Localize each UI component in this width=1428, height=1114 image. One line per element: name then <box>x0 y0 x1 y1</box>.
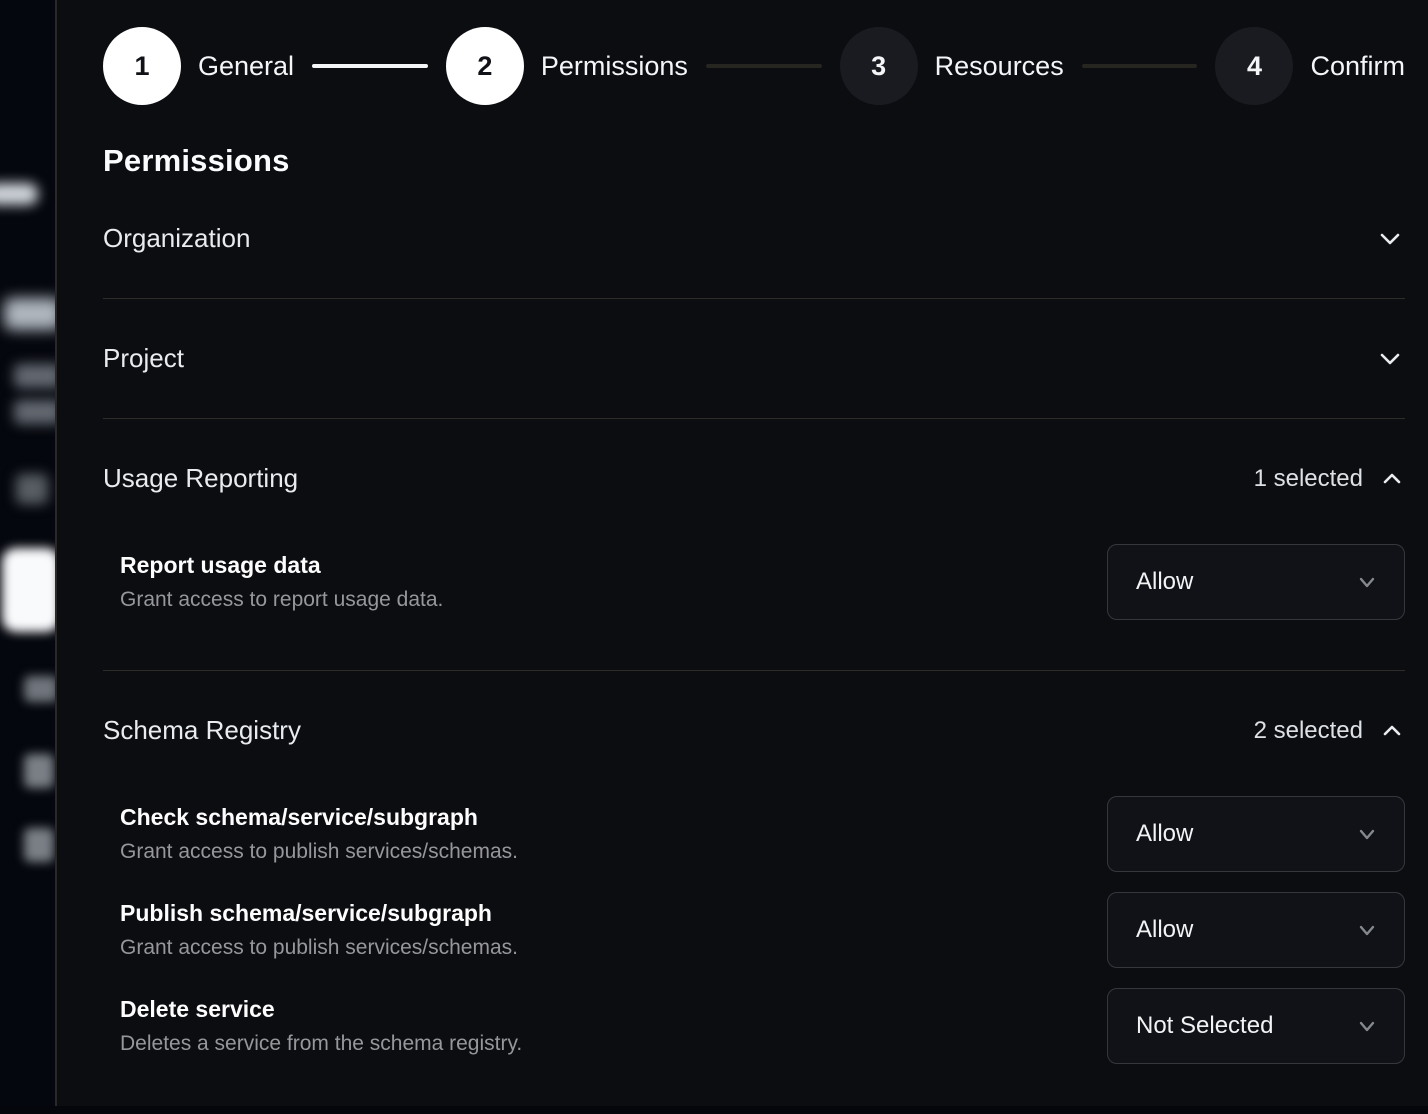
permission-description: Grant access to publish services/schemas… <box>120 840 518 864</box>
chevron-down-icon <box>1354 569 1380 595</box>
permission-title: Report usage data <box>120 552 443 579</box>
step-1-label: General <box>198 51 294 82</box>
section-organization: Organization <box>103 179 1405 299</box>
section-title: Organization <box>103 223 250 254</box>
permission-description: Grant access to publish services/schemas… <box>120 936 518 960</box>
section-title: Schema Registry <box>103 715 301 746</box>
step-3-circle[interactable]: 3 <box>840 27 918 105</box>
permission-text: Check schema/service/subgraph Grant acce… <box>120 804 518 864</box>
step-1-number: 1 <box>134 51 149 82</box>
selected-count-badge: 2 selected <box>1254 717 1363 745</box>
select-value: Allow <box>1136 916 1193 944</box>
backdrop-blur-blob <box>4 298 55 330</box>
permission-row-report-usage-data: Report usage data Grant access to report… <box>103 544 1405 620</box>
step-connector-active <box>312 64 428 68</box>
section-organization-header[interactable]: Organization <box>103 223 1405 254</box>
step-connector-inactive <box>706 64 822 68</box>
step-connector-inactive <box>1082 64 1198 68</box>
permission-row-delete-service: Delete service Deletes a service from th… <box>103 988 1405 1064</box>
chevron-down-icon <box>1354 917 1380 943</box>
selected-count-badge: 1 selected <box>1254 465 1363 493</box>
permission-select-publish-schema[interactable]: Allow <box>1107 892 1405 968</box>
permission-text: Publish schema/service/subgraph Grant ac… <box>120 900 518 960</box>
step-2-number: 2 <box>477 51 492 82</box>
backdrop-blur-blob <box>14 400 55 424</box>
chevron-down-icon <box>1354 1013 1380 1039</box>
chevron-up-icon <box>1379 466 1405 492</box>
permission-description: Grant access to report usage data. <box>120 588 443 612</box>
chevron-down-icon <box>1375 224 1405 254</box>
step-4-number: 4 <box>1247 51 1262 82</box>
backdrop-blur-blob <box>16 474 48 504</box>
permission-title: Check schema/service/subgraph <box>120 804 518 831</box>
chevron-down-icon <box>1354 821 1380 847</box>
permission-title: Publish schema/service/subgraph <box>120 900 518 927</box>
permission-row-publish-schema: Publish schema/service/subgraph Grant ac… <box>103 892 1405 968</box>
background-page-blur <box>0 0 55 1106</box>
create-token-wizard-modal: 1 General 2 Permissions 3 Resources 4 Co… <box>55 0 1428 1106</box>
permission-row-check-schema: Check schema/service/subgraph Grant acce… <box>103 796 1405 872</box>
section-meta: 2 selected <box>1254 717 1405 745</box>
permission-description: Deletes a service from the schema regist… <box>120 1032 522 1056</box>
permission-select-delete-service[interactable]: Not Selected <box>1107 988 1405 1064</box>
select-value: Allow <box>1136 820 1193 848</box>
permission-text: Report usage data Grant access to report… <box>120 552 443 612</box>
backdrop-blur-blob <box>0 183 38 205</box>
section-project-header[interactable]: Project <box>103 343 1405 374</box>
step-3-number: 3 <box>871 51 886 82</box>
step-4-circle[interactable]: 4 <box>1215 27 1293 105</box>
section-title: Usage Reporting <box>103 463 298 494</box>
section-title: Project <box>103 343 184 374</box>
step-1-circle[interactable]: 1 <box>103 27 181 105</box>
chevron-down-icon <box>1375 344 1405 374</box>
wizard-stepper: 1 General 2 Permissions 3 Resources 4 Co… <box>103 27 1405 105</box>
backdrop-blur-blob <box>24 828 54 862</box>
backdrop-blur-blob <box>24 754 54 788</box>
permission-title: Delete service <box>120 996 522 1023</box>
permission-select-check-schema[interactable]: Allow <box>1107 796 1405 872</box>
step-2-label: Permissions <box>541 51 688 82</box>
section-meta: 1 selected <box>1254 465 1405 493</box>
section-schema-registry-header[interactable]: Schema Registry 2 selected <box>103 715 1405 746</box>
backdrop-blur-blob <box>14 364 55 388</box>
backdrop-blur-blob <box>24 676 55 702</box>
section-schema-registry: Schema Registry 2 selected Check schema/… <box>103 671 1405 1114</box>
select-value: Allow <box>1136 568 1193 596</box>
backdrop-blur-blob <box>2 548 55 632</box>
page-title: Permissions <box>103 143 1405 179</box>
step-4-label: Confirm <box>1310 51 1405 82</box>
step-3-label: Resources <box>935 51 1064 82</box>
permission-select-report-usage-data[interactable]: Allow <box>1107 544 1405 620</box>
chevron-up-icon <box>1379 718 1405 744</box>
permission-text: Delete service Deletes a service from th… <box>120 996 522 1056</box>
select-value: Not Selected <box>1136 1012 1273 1040</box>
section-usage-reporting-header[interactable]: Usage Reporting 1 selected <box>103 463 1405 494</box>
section-project: Project <box>103 299 1405 419</box>
section-usage-reporting: Usage Reporting 1 selected Report usage … <box>103 419 1405 671</box>
step-2-circle[interactable]: 2 <box>446 27 524 105</box>
